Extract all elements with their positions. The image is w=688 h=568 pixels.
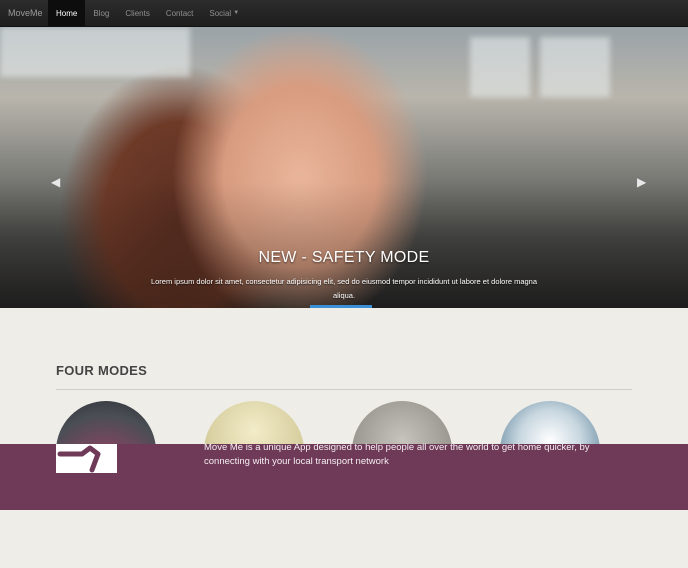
moveme-logo-icon xyxy=(56,444,117,473)
hero-caption-text: Lorem ipsum dolor sit amet, consectetur … xyxy=(150,277,538,300)
nav-item-home[interactable]: Home xyxy=(48,0,86,26)
caret-down-icon: ▼ xyxy=(233,10,240,16)
chevron-left-icon[interactable]: ◀ xyxy=(51,175,60,189)
hero-carousel: ◀ ▶ NEW - SAFETY MODE Lorem ipsum dolor … xyxy=(0,27,688,308)
banner-text: Move Me is a unique App designed to help… xyxy=(204,442,590,467)
nav-item-social-label: Social xyxy=(209,8,232,18)
section-divider xyxy=(56,389,632,390)
nav-item-clients[interactable]: Clients xyxy=(117,0,157,26)
hero-caption-title: NEW - SAFETY MODE xyxy=(258,249,430,266)
nav-item-social[interactable]: Social ▼ xyxy=(201,0,247,26)
carousel-indicator[interactable] xyxy=(310,305,372,308)
top-navbar: MoveMe Home Blog Clients Contact Social … xyxy=(0,0,688,27)
section-title: FOUR MODES xyxy=(56,363,148,378)
nav-item-blog[interactable]: Blog xyxy=(85,0,117,26)
chevron-right-icon[interactable]: ▶ xyxy=(637,175,646,189)
brand-logo[interactable]: MoveMe xyxy=(0,0,48,26)
nav-item-contact[interactable]: Contact xyxy=(158,0,202,26)
